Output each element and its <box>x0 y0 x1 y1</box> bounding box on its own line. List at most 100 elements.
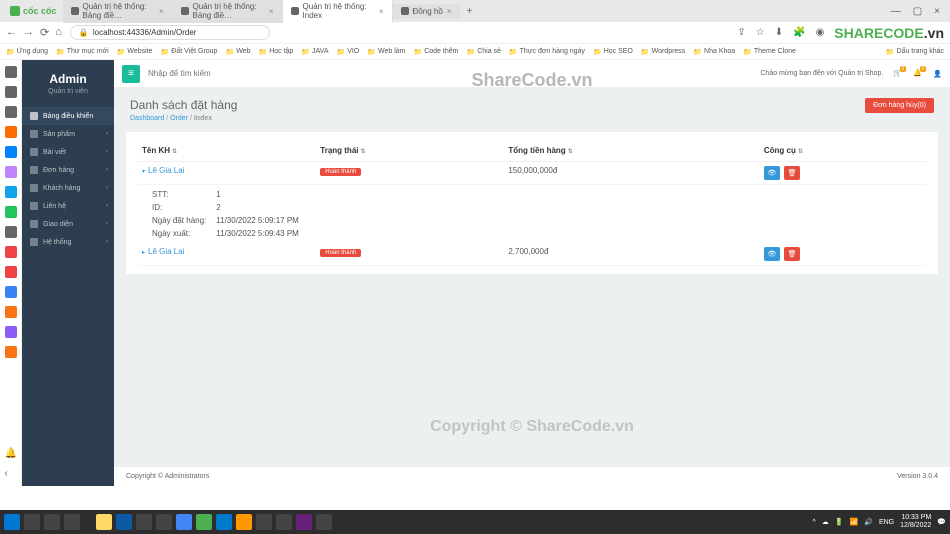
bookmark-other[interactable]: Dấu trang khác <box>886 48 944 56</box>
tray-volume-icon[interactable]: 🔊 <box>864 518 873 526</box>
close-icon[interactable]: × <box>269 7 274 16</box>
view-button[interactable]: 👁 <box>764 166 780 180</box>
browser-tab-active[interactable]: Quản trị hệ thống: Index× <box>283 0 393 23</box>
close-icon[interactable]: × <box>447 7 452 16</box>
tray-icon[interactable]: ☁ <box>822 518 829 526</box>
tray-notifications-icon[interactable]: 💬 <box>937 518 946 526</box>
side-icon[interactable] <box>5 126 17 138</box>
customer-link[interactable]: Lê Gia Lai <box>148 166 184 175</box>
bookmark-item[interactable]: Nha Khoa <box>693 48 735 56</box>
close-window-icon[interactable]: × <box>934 6 940 17</box>
taskbar-coccoc-icon[interactable] <box>196 514 212 530</box>
bookmark-item[interactable]: Học tập <box>258 48 293 56</box>
tray-wifi-icon[interactable]: 📶 <box>850 518 859 526</box>
bookmark-item[interactable]: JAVA <box>301 48 328 56</box>
bookmark-item[interactable]: Thực đơn hàng ngày <box>509 48 585 56</box>
collapse-icon[interactable]: ▾ <box>142 169 145 175</box>
expand-icon[interactable]: ▸ <box>142 250 145 256</box>
side-icon[interactable] <box>5 266 17 278</box>
col-tools[interactable]: Công cụ⇅ <box>760 140 926 162</box>
bookmark-item[interactable]: Ứng dụng <box>6 48 48 56</box>
bookmark-item[interactable]: Chia sẻ <box>466 48 500 56</box>
chevron-left-icon[interactable]: ‹ <box>5 468 17 480</box>
bell-icon[interactable]: 🔔 <box>5 448 17 460</box>
side-icon[interactable] <box>5 86 17 98</box>
bookmark-item[interactable]: Đất Việt Group <box>161 48 218 56</box>
bookmark-item[interactable]: Web làm <box>367 48 405 56</box>
side-icon[interactable] <box>5 326 17 338</box>
side-icon[interactable] <box>5 66 17 78</box>
tray-lang[interactable]: ENG <box>879 519 894 526</box>
delete-button[interactable]: 🗑 <box>784 247 800 261</box>
close-icon[interactable]: × <box>159 7 164 16</box>
bookmark-icon[interactable]: ☆ <box>756 27 765 38</box>
crumb-link[interactable]: Order <box>170 115 188 122</box>
minimize-icon[interactable]: — <box>891 6 901 17</box>
taskbar-icon[interactable] <box>156 514 172 530</box>
search-input[interactable] <box>148 69 268 78</box>
bookmark-item[interactable]: Code thêm <box>414 48 459 56</box>
bookmark-item[interactable]: Website <box>117 48 153 56</box>
new-tab-button[interactable]: + <box>460 6 478 17</box>
url-input[interactable]: 🔒 localhost:44336/Admin/Order <box>70 25 270 40</box>
taskbar-icon[interactable] <box>136 514 152 530</box>
taskbar-search-icon[interactable] <box>24 514 40 530</box>
side-icon[interactable] <box>5 226 17 238</box>
delete-button[interactable]: 🗑 <box>784 166 800 180</box>
taskbar-explorer-icon[interactable] <box>96 514 112 530</box>
taskbar-vs-icon[interactable] <box>296 514 312 530</box>
nav-customers[interactable]: Khách hàng‹ <box>22 179 114 197</box>
maximize-icon[interactable]: ▢ <box>913 6 922 17</box>
bookmark-item[interactable]: Thư mục mới <box>56 48 109 56</box>
view-button[interactable]: 👁 <box>764 247 780 261</box>
nav-contact[interactable]: Liên hệ‹ <box>22 197 114 215</box>
tray-icon[interactable]: 🔋 <box>835 518 844 526</box>
reload-icon[interactable]: ⟳ <box>40 26 49 39</box>
taskbar-icon[interactable] <box>276 514 292 530</box>
forward-icon[interactable]: → <box>23 26 34 39</box>
col-name[interactable]: Tên KH⇅ <box>138 140 316 162</box>
crumb-link[interactable]: Dashboard <box>130 115 164 122</box>
bookmark-item[interactable]: VIO <box>337 48 360 56</box>
cart-icon[interactable]: 🛒 <box>893 69 903 79</box>
side-icon[interactable] <box>5 166 17 178</box>
taskbar-chrome-icon[interactable] <box>176 514 192 530</box>
bookmark-item[interactable]: Theme Clone <box>743 48 796 56</box>
side-icon[interactable] <box>5 286 17 298</box>
extension-icon[interactable]: ◉ <box>816 27 825 38</box>
side-icon[interactable] <box>5 246 17 258</box>
bookmark-item[interactable]: Web <box>225 48 250 56</box>
nav-ui[interactable]: Giao diện‹ <box>22 215 114 233</box>
bookmark-item[interactable]: Wordpress <box>641 48 685 56</box>
hamburger-icon[interactable]: ≡ <box>122 65 140 83</box>
close-icon[interactable]: × <box>379 7 384 16</box>
start-button[interactable] <box>4 514 20 530</box>
bookmark-item[interactable]: Học SEO <box>593 48 633 56</box>
taskbar-icon[interactable] <box>44 514 60 530</box>
taskbar-clock[interactable]: 10:33 PM 12/8/2022 <box>900 514 931 529</box>
tray-chevron-icon[interactable]: ^ <box>813 519 816 526</box>
customer-link[interactable]: Lê Gia Lai <box>148 247 184 256</box>
col-status[interactable]: Trạng thái⇅ <box>316 140 504 162</box>
extension-icon[interactable]: 🧩 <box>793 27 805 38</box>
taskbar-icon[interactable] <box>64 514 80 530</box>
cancelled-orders-button[interactable]: Đơn hàng hủy(0) <box>865 98 934 113</box>
share-icon[interactable]: ⇪ <box>737 27 745 38</box>
nav-orders[interactable]: Đơn hàng‹ <box>22 161 114 179</box>
taskbar-icon[interactable] <box>316 514 332 530</box>
col-total[interactable]: Tổng tiền hàng⇅ <box>504 140 760 162</box>
browser-tab[interactable]: Đồng hồ× <box>393 4 461 19</box>
browser-tab[interactable]: Quản trị hệ thống: Bảng điề…× <box>63 0 173 23</box>
download-icon[interactable]: ⬇ <box>775 27 783 38</box>
home-icon[interactable]: ⌂ <box>55 26 62 39</box>
nav-products[interactable]: Sản phẩm‹ <box>22 125 114 143</box>
side-icon[interactable] <box>5 106 17 118</box>
back-icon[interactable]: ← <box>6 26 17 39</box>
side-icon[interactable] <box>5 346 17 358</box>
browser-tab[interactable]: Quản trị hệ thống: Bảng điề…× <box>173 0 283 23</box>
taskbar-icon[interactable] <box>256 514 272 530</box>
side-icon[interactable] <box>5 306 17 318</box>
taskbar-icon[interactable] <box>236 514 252 530</box>
user-icon[interactable]: 👤 <box>933 70 942 78</box>
side-icon[interactable] <box>5 146 17 158</box>
